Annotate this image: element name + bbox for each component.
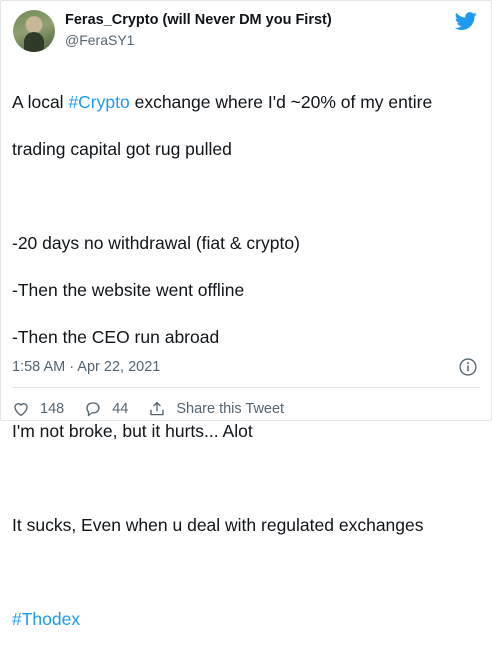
tweet-line: It sucks, Even when u deal with regulate… <box>12 514 424 535</box>
tweet-line: I'm not broke, but it hurts... Alot <box>12 420 253 441</box>
tweet-line: -20 days no withdrawal (fiat & crypto) <box>12 232 300 253</box>
author-handle[interactable]: @FeraSY1 <box>65 32 134 48</box>
info-icon[interactable] <box>458 357 478 377</box>
tweet-actions: 148 44 Share this Tweet <box>12 398 304 420</box>
divider <box>12 387 480 388</box>
tweet-line: -Then the CEO run abroad <box>12 326 220 347</box>
hashtag-thodex-link[interactable]: #Thodex <box>12 608 482 632</box>
tweet-text-segment: A local <box>12 91 69 112</box>
tweet-text-segment: exchange where I'd ~20% of my entire <box>129 91 433 112</box>
share-tweet-button[interactable]: Share this Tweet <box>148 400 284 418</box>
avatar[interactable] <box>13 10 55 52</box>
author-display-name[interactable]: Feras_Crypto (will Never DM you First) <box>65 12 332 28</box>
reply-button[interactable]: 44 <box>84 400 128 418</box>
tweet-timestamp[interactable]: 1:58 AM · Apr 22, 2021 <box>12 359 160 375</box>
like-count: 148 <box>40 401 65 417</box>
tweet-line: A local #Crypto exchange where I'd ~20% … <box>12 91 482 115</box>
twitter-bird-icon[interactable] <box>453 10 479 32</box>
tweet-line: trading capital got rug pulled <box>12 138 232 159</box>
share-label: Share this Tweet <box>176 401 285 417</box>
heart-icon <box>14 403 28 417</box>
hashtag-crypto-link[interactable]: #Crypto <box>68 92 129 112</box>
avatar-figure <box>24 32 44 52</box>
share-icon <box>150 401 165 416</box>
tweet-card: Feras_Crypto (will Never DM you First) @… <box>0 0 492 629</box>
reply-icon <box>86 402 100 417</box>
like-button[interactable]: 148 <box>12 400 64 418</box>
tweet-line: -Then the website went offline <box>12 279 245 300</box>
reply-count: 44 <box>112 401 129 417</box>
